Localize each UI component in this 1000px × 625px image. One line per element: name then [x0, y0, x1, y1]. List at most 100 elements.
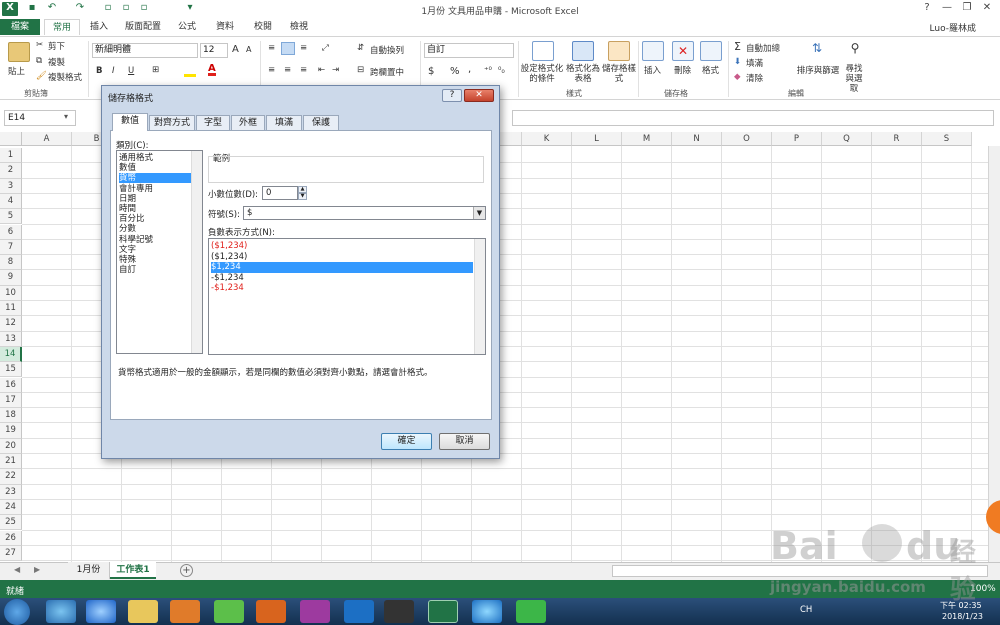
dialog-close-button[interactable]: ✕ [464, 89, 494, 102]
column-header-p[interactable]: P [772, 132, 822, 146]
category-item[interactable]: 分數 [119, 224, 201, 234]
merge-center-icon[interactable]: ⊟ [357, 65, 364, 75]
clock-date[interactable]: 2018/1/23 [942, 612, 983, 621]
column-header-k[interactable]: K [522, 132, 572, 146]
format-cells-button[interactable]: 格式 [702, 64, 719, 76]
row-header-13[interactable]: 13 [0, 331, 22, 347]
category-list[interactable]: 通用格式 數值 貨幣 會計專用 日期 時間 百分比 分數 科學記號 文字 特殊 自訂 [116, 150, 203, 354]
column-header-o[interactable]: O [722, 132, 772, 146]
align-left-icon[interactable]: ≡ [268, 65, 275, 75]
fill-button[interactable]: 填滿 [746, 57, 763, 69]
conditional-format-icon[interactable] [532, 41, 554, 61]
tab-alignment[interactable]: 對齊方式 [149, 115, 195, 131]
column-header-l[interactable]: L [572, 132, 622, 146]
row-header-7[interactable]: 7 [0, 239, 22, 256]
formula-input[interactable] [512, 110, 994, 126]
align-top-icon[interactable]: ≡ [268, 43, 275, 53]
row-header-1[interactable]: 1 [0, 148, 22, 164]
row-header-23[interactable]: 23 [0, 484, 22, 500]
sheet-tab-active[interactable]: 工作表1 [110, 562, 156, 579]
help-button[interactable]: ? [918, 2, 936, 16]
find-select-button[interactable]: 尋找與選取 [842, 64, 866, 94]
restore-button[interactable]: ❐ [958, 2, 976, 16]
orientation-icon[interactable]: ⤢ [322, 43, 329, 53]
taskbar-app-icon[interactable] [46, 600, 76, 623]
next-sheet-icon[interactable]: ▶ [34, 565, 40, 574]
add-sheet-button[interactable]: + [180, 564, 193, 577]
negative-format-item[interactable]: -$1,234 [211, 283, 473, 294]
tab-formulas[interactable]: 公式 [172, 19, 202, 35]
sigma-icon[interactable]: Σ [734, 40, 741, 53]
decimal-places-input[interactable]: 0 [262, 186, 298, 200]
format-table-button[interactable]: 格式化為表格 [566, 64, 600, 84]
shrink-font-button[interactable]: A [246, 45, 251, 54]
row-header-10[interactable]: 10 [0, 285, 22, 301]
row-header-5[interactable]: 5 [0, 209, 22, 225]
scissors-icon[interactable]: ✂ [36, 40, 43, 50]
cancel-button[interactable]: 取消 [439, 433, 490, 450]
font-color-icon[interactable]: A [208, 64, 216, 76]
underline-button[interactable]: U [128, 66, 134, 76]
negative-numbers-list[interactable]: ($1,234) ($1,234) $1,234 -$1,234 -$1,234 [208, 238, 486, 355]
decrease-decimal-icon[interactable]: ⁰₀ [498, 66, 505, 76]
row-header-24[interactable]: 24 [0, 499, 22, 516]
row-header-17[interactable]: 17 [0, 392, 22, 409]
border-icon[interactable]: ⊞ [152, 65, 159, 75]
ie-icon[interactable] [86, 600, 116, 623]
delete-cells-icon[interactable]: ✕ [672, 41, 694, 61]
format-painter-icon[interactable]: 🖌 [36, 71, 47, 81]
spin-down-icon[interactable]: ▼ [298, 193, 307, 200]
dialog-help-button[interactable]: ? [442, 89, 462, 102]
delete-cells-button[interactable]: 刪除 [674, 64, 691, 76]
symbol-select[interactable]: $ [243, 206, 486, 220]
cell-styles-button[interactable]: 儲存格樣式 [602, 64, 636, 84]
category-item[interactable]: 通用格式 [119, 153, 201, 163]
align-middle-icon[interactable] [281, 42, 295, 55]
italic-button[interactable]: I [112, 66, 115, 76]
sort-filter-icon[interactable]: ⇅ [806, 41, 828, 61]
format-table-icon[interactable] [572, 41, 594, 61]
percent-button[interactable]: % [450, 66, 460, 77]
cut-button[interactable]: 剪下 [48, 40, 65, 52]
file-explorer-icon[interactable] [128, 600, 158, 623]
align-right-icon[interactable]: ≡ [300, 65, 307, 75]
category-item[interactable]: 自訂 [119, 265, 201, 275]
tab-protection[interactable]: 保護 [303, 115, 339, 131]
name-box-dropdown-icon[interactable]: ▾ [64, 112, 68, 121]
row-header-15[interactable]: 15 [0, 362, 22, 378]
row-header-8[interactable]: 8 [0, 255, 22, 271]
tab-review[interactable]: 校閱 [248, 19, 278, 35]
tab-file[interactable]: 檔案 [0, 19, 40, 35]
row-header-19[interactable]: 19 [0, 423, 22, 439]
indent-decrease-icon[interactable]: ⇤ [318, 65, 325, 75]
start-button[interactable] [4, 599, 30, 625]
bold-button[interactable]: B [96, 66, 102, 76]
row-header-27[interactable]: 27 [0, 545, 22, 562]
row-header-12[interactable]: 12 [0, 316, 22, 332]
category-item[interactable]: 時間 [119, 204, 201, 214]
sheet-tab[interactable]: 1月份 [68, 562, 110, 579]
cell-styles-icon[interactable] [608, 41, 630, 61]
fill-color-icon[interactable] [184, 67, 196, 77]
grow-font-button[interactable]: A [232, 44, 239, 55]
column-header-r[interactable]: R [872, 132, 922, 146]
tab-data[interactable]: 資料 [210, 19, 240, 35]
category-item[interactable]: 數值 [119, 163, 201, 173]
select-all-corner[interactable] [0, 132, 22, 146]
number-format-select[interactable]: 自訂 [424, 43, 514, 58]
clear-button[interactable]: 清除 [746, 72, 763, 84]
close-button[interactable]: ✕ [978, 2, 996, 16]
category-item[interactable]: 百分比 [119, 214, 201, 224]
ok-button[interactable]: 確定 [381, 433, 432, 450]
tab-font[interactable]: 字型 [196, 115, 230, 131]
comma-button[interactable]: , [468, 64, 471, 75]
merge-center-button[interactable]: 跨欄置中 [370, 66, 404, 78]
column-header-n[interactable]: N [672, 132, 722, 146]
green-app-icon[interactable] [214, 600, 244, 623]
paste-icon[interactable] [8, 42, 30, 62]
column-header-a[interactable]: A [22, 132, 72, 146]
row-header-25[interactable]: 25 [0, 515, 22, 531]
row-header-16[interactable]: 16 [0, 377, 22, 393]
wechat-icon[interactable] [516, 600, 546, 623]
category-item[interactable]: 貨幣 [119, 173, 201, 184]
